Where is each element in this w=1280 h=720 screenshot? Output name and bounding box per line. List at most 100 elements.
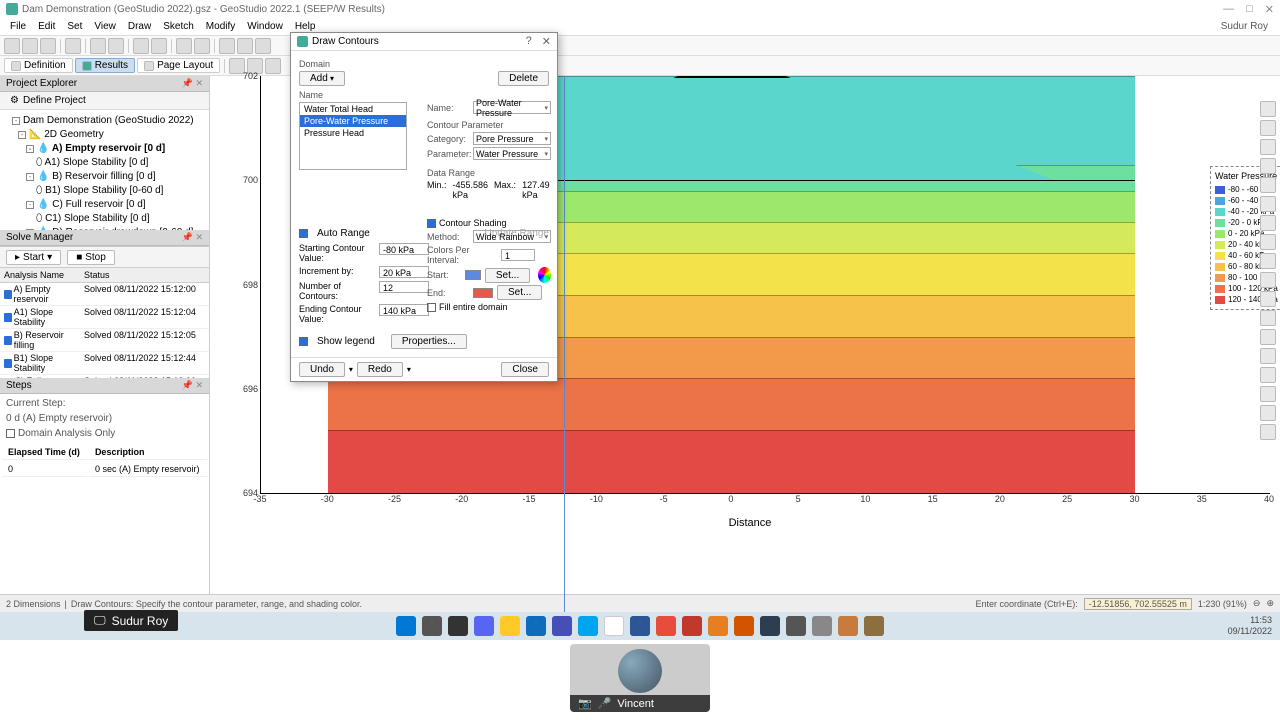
menu-help[interactable]: Help <box>289 21 322 32</box>
end-set-button[interactable]: Set... <box>497 285 542 300</box>
refresh-icon[interactable] <box>194 38 210 54</box>
add-button[interactable]: Add <box>299 71 345 86</box>
chrome-icon[interactable] <box>604 616 624 636</box>
xy-icon[interactable] <box>237 38 253 54</box>
menu-view[interactable]: View <box>88 21 122 32</box>
redo-icon[interactable] <box>151 38 167 54</box>
solve-list[interactable]: Analysis NameStatus A) Empty reservoirSo… <box>0 268 209 378</box>
menu-draw[interactable]: Draw <box>122 21 157 32</box>
color-wheel-icon[interactable] <box>538 267 551 283</box>
undo-button[interactable]: Undo <box>299 362 345 377</box>
noc-input[interactable]: 12 <box>379 281 429 293</box>
cam-off-icon: 📷 <box>578 697 592 710</box>
steps-header: Steps📌 ✕ <box>0 378 209 394</box>
window-title: Dam Demonstration (GeoStudio 2022).gsz -… <box>22 4 385 15</box>
app-icon-4[interactable] <box>864 616 884 636</box>
define-project-bar[interactable]: ⚙Define Project <box>0 92 209 110</box>
user-label: Sudur Roy <box>1215 21 1276 32</box>
right-toolstrip <box>1260 101 1278 440</box>
copy-icon[interactable] <box>90 38 106 54</box>
project-explorer-header: Project Explorer📌 ✕ <box>0 76 209 92</box>
results-mode-button[interactable]: Results <box>75 58 135 73</box>
app-icon-3[interactable] <box>812 616 832 636</box>
obs-icon[interactable] <box>786 616 806 636</box>
outlook-icon[interactable] <box>526 616 546 636</box>
draw-contours-dialog: Draw Contours ?✕ Domain Add Delete Name … <box>290 32 558 382</box>
statusbar: 2 Dimensions| Draw Contours: Specify the… <box>0 594 1280 612</box>
dialog-help-button[interactable]: ? <box>526 35 532 48</box>
avatar <box>618 649 662 693</box>
scv-input[interactable]: -80 kPa <box>379 243 429 255</box>
close-button[interactable]: Close <box>501 362 549 377</box>
windows-taskbar[interactable]: 11:5309/11/2022 <box>0 612 1280 640</box>
ecv-input[interactable]: 140 kPa <box>379 304 429 316</box>
start-set-button[interactable]: Set... <box>485 268 530 283</box>
mode-icon-3[interactable] <box>265 58 281 74</box>
rt-icon[interactable] <box>1260 101 1276 117</box>
menu-sketch[interactable]: Sketch <box>157 21 200 32</box>
delete-button[interactable]: Delete <box>498 71 549 86</box>
paste-icon[interactable] <box>108 38 124 54</box>
close-window-button[interactable]: ✕ <box>1265 3 1274 16</box>
cpi-input[interactable]: 1 <box>501 249 535 261</box>
maximize-button[interactable]: □ <box>1246 3 1253 16</box>
toolbar-main <box>0 36 1280 56</box>
search-icon[interactable] <box>422 616 442 636</box>
open-icon[interactable] <box>22 38 38 54</box>
name-field[interactable]: Pore-Water Pressure <box>473 101 551 114</box>
zoom-in-button[interactable]: ⊕ <box>1266 598 1274 609</box>
left-panel: Project Explorer📌 ✕ ⚙Define Project -Dam… <box>0 76 210 594</box>
dialog-titlebar[interactable]: Draw Contours ?✕ <box>291 33 557 51</box>
project-tree[interactable]: -Dam Demonstration (GeoStudio 2022) -📐 2… <box>0 110 209 230</box>
print-icon[interactable] <box>65 38 81 54</box>
start-icon[interactable] <box>396 616 416 636</box>
menu-edit[interactable]: Edit <box>32 21 61 32</box>
vlc-icon[interactable] <box>708 616 728 636</box>
discord-icon[interactable] <box>474 616 494 636</box>
zoom-indicator[interactable]: 1:230 (91%) <box>1198 599 1247 609</box>
edge-icon[interactable] <box>578 616 598 636</box>
redo-button[interactable]: Redo <box>357 362 403 377</box>
dialog-close-button[interactable]: ✕ <box>542 35 551 48</box>
solve-start-button[interactable]: ▸ Start ▾ <box>6 250 61 265</box>
explorer-icon[interactable] <box>500 616 520 636</box>
sublime-icon[interactable] <box>838 616 858 636</box>
properties-button[interactable]: Properties... <box>391 334 467 349</box>
menu-window[interactable]: Window <box>241 21 289 32</box>
ppt-icon[interactable] <box>734 616 754 636</box>
parameter-select[interactable]: Water Pressure <box>473 147 551 160</box>
x-axis-label: Distance <box>729 517 772 529</box>
solve-stop-button[interactable]: ■ Stop <box>67 250 115 265</box>
save-icon[interactable] <box>40 38 56 54</box>
category-select[interactable]: Pore Pressure <box>473 132 551 145</box>
presenter-tag: 🖵 Sudur Roy <box>84 610 178 631</box>
taskbar-clock[interactable]: 11:5309/11/2022 <box>1228 615 1272 637</box>
steam-icon[interactable] <box>760 616 780 636</box>
method-select[interactable]: Wide Rainbow <box>473 230 551 243</box>
participant-tile[interactable]: 📷🎤Vincent <box>570 644 710 712</box>
pin-icon[interactable]: 📌 ✕ <box>182 78 203 89</box>
menu-file[interactable]: File <box>4 21 32 32</box>
new-icon[interactable] <box>4 38 20 54</box>
zoom-window-icon[interactable] <box>176 38 192 54</box>
pagelayout-mode-button[interactable]: Page Layout <box>137 58 220 73</box>
app-icon-2[interactable] <box>656 616 676 636</box>
mic-muted-icon: 🎤 <box>598 697 612 710</box>
angle-icon[interactable] <box>255 38 271 54</box>
solve-manager-header: Solve Manager📌 ✕ <box>0 230 209 246</box>
select-icon[interactable] <box>219 38 235 54</box>
undo-icon[interactable] <box>133 38 149 54</box>
zoom-out-button[interactable]: ⊖ <box>1253 598 1261 609</box>
definition-mode-button[interactable]: Definition <box>4 58 73 73</box>
taskview-icon[interactable] <box>448 616 468 636</box>
teams-icon[interactable] <box>552 616 572 636</box>
minimize-button[interactable]: — <box>1223 3 1234 16</box>
steps-panel: Current Step: 0 d (A) Empty reservoir) D… <box>0 394 209 594</box>
pdf-icon[interactable] <box>682 616 702 636</box>
contour-list[interactable]: Water Total HeadPore-Water PressurePress… <box>299 102 407 170</box>
menu-modify[interactable]: Modify <box>200 21 241 32</box>
inc-input[interactable]: 20 kPa <box>379 266 429 278</box>
menu-set[interactable]: Set <box>61 21 88 32</box>
app-icon-1[interactable] <box>630 616 650 636</box>
coord-input[interactable]: -12.51856, 702.55525 m <box>1084 598 1192 610</box>
